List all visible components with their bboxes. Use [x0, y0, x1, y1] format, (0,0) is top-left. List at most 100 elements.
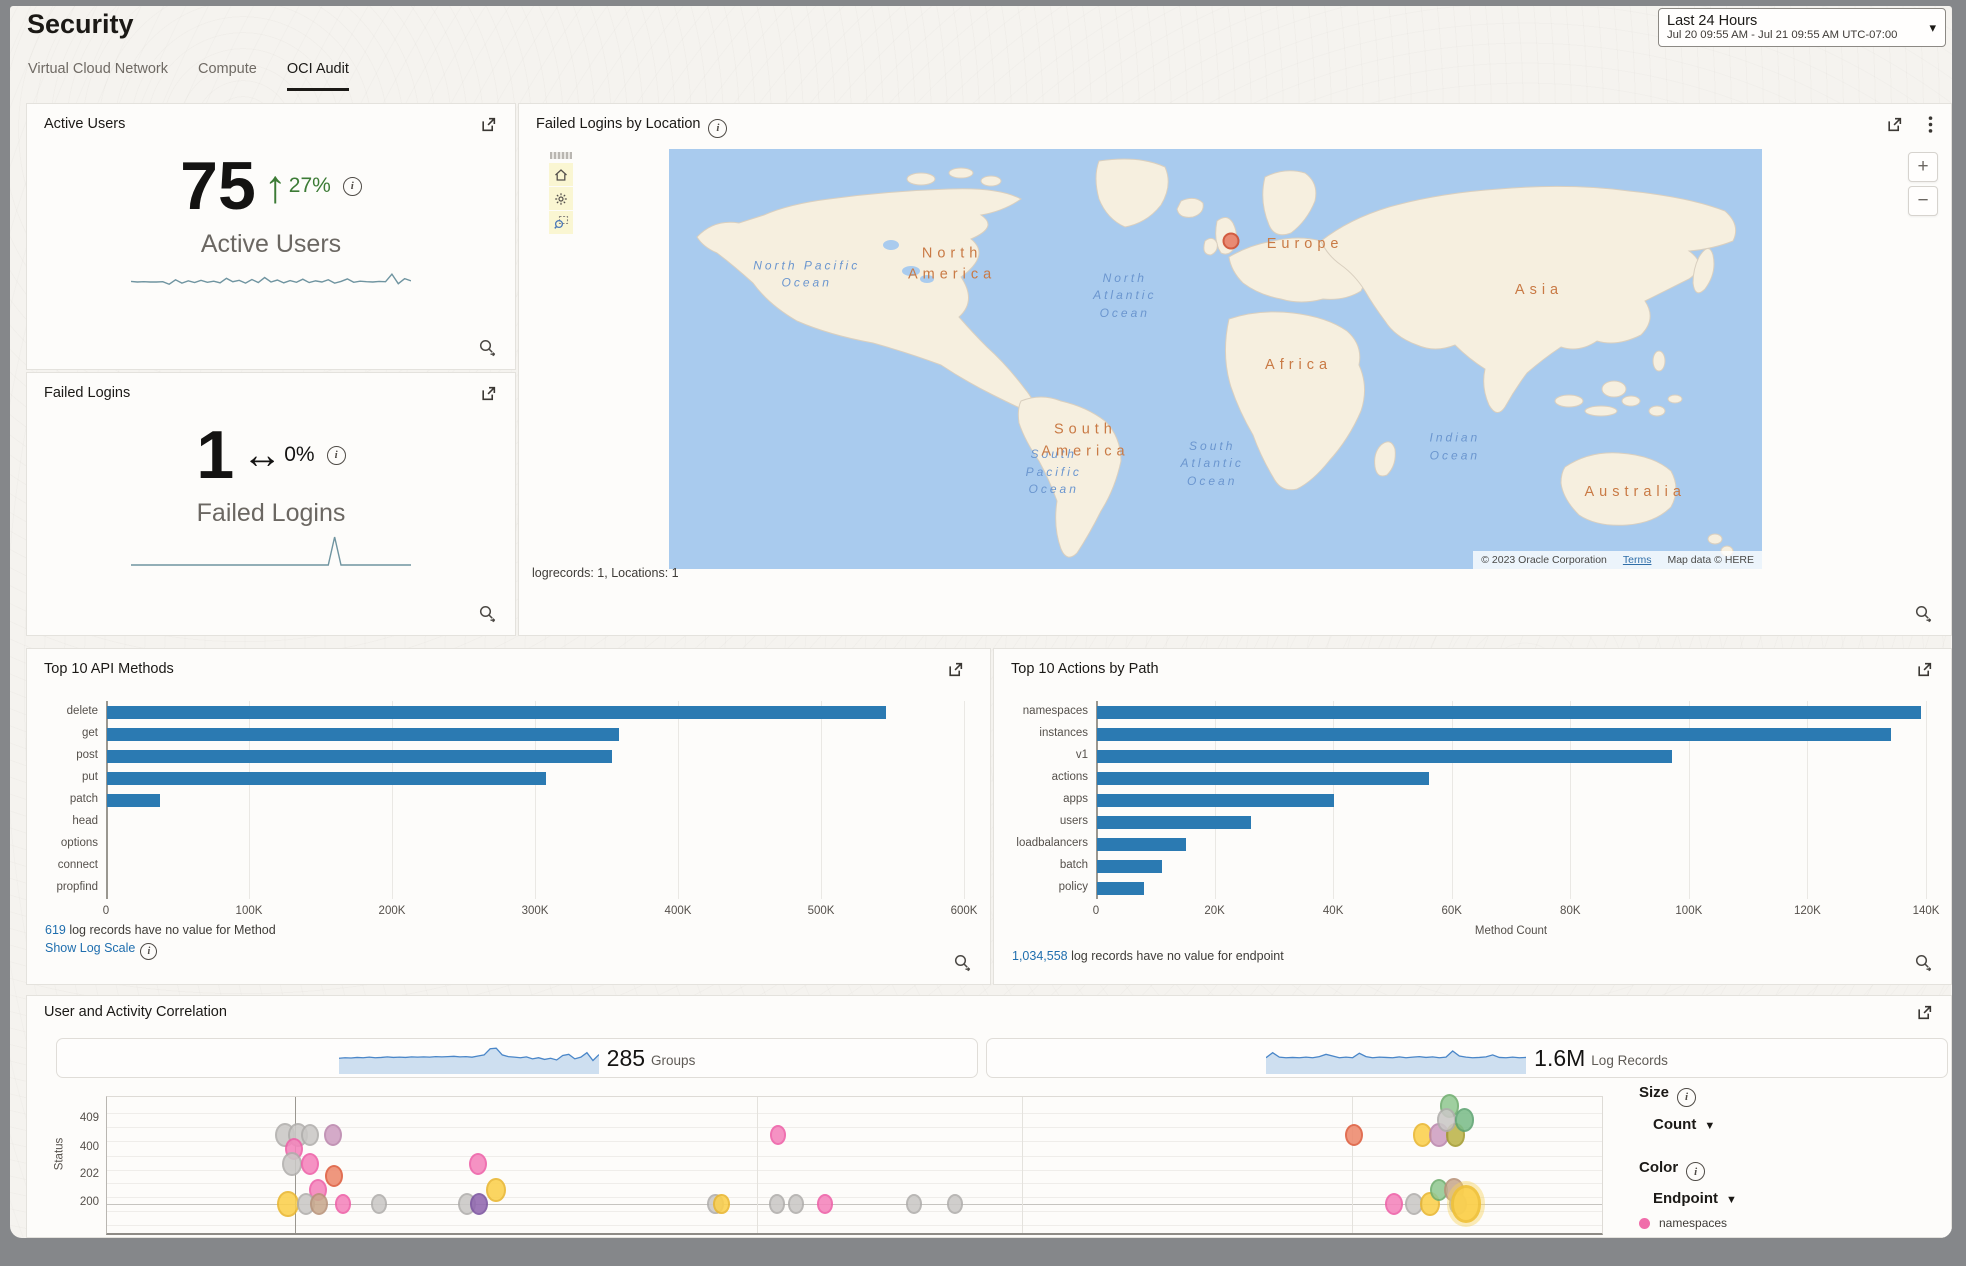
category-label: loadbalancers: [1014, 837, 1088, 849]
api-methods-card: Top 10 API Methods deletegetpostputpatch…: [26, 648, 991, 985]
info-icon[interactable]: i: [327, 446, 346, 465]
map-zoom-in-button[interactable]: +: [1908, 152, 1938, 182]
card-title: Failed Logins by Locationi: [536, 116, 727, 138]
drilldown-button[interactable]: [1914, 953, 1933, 972]
bar[interactable]: [1097, 860, 1162, 873]
log-records-summary-pill[interactable]: 1.6M Log Records: [986, 1038, 1948, 1078]
active-users-card: Active Users 75 ↑ 27% i Active Users: [26, 103, 516, 370]
x-axis-label: Method Count: [1096, 925, 1926, 937]
scatter-controls: Sizei Count▼ Colori Endpoint▼ namespaces: [1639, 1084, 1949, 1238]
bar-chart-plot: deletegetpostputpatchheadoptionsconnectp…: [106, 701, 964, 899]
x-tick-label: 400K: [665, 905, 692, 917]
bar[interactable]: [1097, 794, 1334, 807]
time-range-select[interactable]: Last 24 Hours Jul 20 09:55 AM - Jul 21 0…: [1658, 8, 1946, 47]
x-tick-label: 0: [1093, 905, 1099, 917]
bar[interactable]: [1097, 772, 1429, 785]
card-title: Top 10 API Methods: [44, 661, 174, 677]
bar[interactable]: [107, 772, 546, 785]
gear-icon: [554, 192, 568, 206]
gridline: [1926, 701, 1927, 899]
bar[interactable]: [1097, 706, 1921, 719]
bar-row: users: [1096, 811, 1926, 833]
map-home-button[interactable]: [549, 163, 573, 186]
drilldown-button[interactable]: [1914, 604, 1933, 623]
scatter-point[interactable]: [301, 1153, 319, 1175]
show-log-scale-link[interactable]: Show Log Scale: [45, 941, 135, 955]
open-in-new-button[interactable]: [480, 385, 497, 402]
open-in-new-button[interactable]: [1886, 116, 1903, 133]
scatter-point[interactable]: [486, 1178, 506, 1202]
open-in-new-button[interactable]: [1916, 661, 1933, 678]
map-zoom-out-button[interactable]: −: [1908, 186, 1938, 216]
legend-item[interactable]: namespaces: [1639, 1216, 1949, 1230]
scatter-point[interactable]: [817, 1194, 833, 1214]
time-range-text: Last 24 Hours Jul 20 09:55 AM - Jul 21 0…: [1659, 11, 1920, 45]
log-records-label: Log Records: [1591, 1053, 1668, 1068]
bar[interactable]: [1097, 838, 1186, 851]
more-actions-button[interactable]: [1928, 116, 1933, 133]
category-label: put: [24, 771, 98, 783]
scatter-point[interactable]: [1345, 1124, 1363, 1146]
scatter-point[interactable]: [947, 1194, 963, 1214]
scatter-point[interactable]: [713, 1194, 729, 1214]
open-in-new-button[interactable]: [1916, 1004, 1933, 1021]
scatter-point[interactable]: [1455, 1108, 1475, 1132]
bar[interactable]: [1097, 728, 1891, 741]
bar-row: options: [106, 833, 964, 855]
scatter-point[interactable]: [469, 1153, 487, 1175]
bar[interactable]: [1097, 816, 1251, 829]
info-icon[interactable]: i: [1677, 1088, 1696, 1107]
groups-value: 285: [607, 1045, 645, 1072]
tab-oci-audit[interactable]: OCI Audit: [287, 61, 349, 91]
scatter-point[interactable]: [301, 1124, 319, 1146]
scatter-point[interactable]: [282, 1152, 302, 1176]
drilldown-button[interactable]: [953, 953, 972, 972]
scatter-point[interactable]: [324, 1124, 342, 1146]
tab-virtual-cloud-network[interactable]: Virtual Cloud Network: [28, 61, 168, 91]
map-marquee-zoom-button[interactable]: [549, 211, 573, 234]
size-select[interactable]: Count▼: [1653, 1116, 1949, 1133]
groups-summary-pill[interactable]: 285 Groups: [56, 1038, 978, 1078]
bar[interactable]: [107, 706, 886, 719]
category-label: actions: [1014, 771, 1088, 783]
info-icon[interactable]: i: [708, 119, 727, 138]
category-label: head: [24, 815, 98, 827]
chevron-down-icon: ▼: [1718, 1194, 1737, 1206]
bar[interactable]: [107, 794, 160, 807]
legend-label: namespaces: [1659, 1216, 1727, 1230]
world-map[interactable]: North Pacific OceanNorth Atlantic OceanS…: [669, 149, 1762, 569]
x-tick-label: 0: [103, 905, 109, 917]
x-tick-label: 120K: [1794, 905, 1821, 917]
map-marker[interactable]: [1222, 232, 1239, 249]
drilldown-button[interactable]: [478, 338, 497, 357]
x-axis-ticks: 020K40K60K80K100K120K140K: [1096, 905, 1926, 921]
minus-icon: −: [1917, 190, 1928, 212]
terms-link[interactable]: Terms: [1623, 554, 1652, 566]
external-link-icon: [480, 385, 497, 402]
tab-compute[interactable]: Compute: [198, 61, 257, 91]
scatter-point[interactable]: [371, 1194, 387, 1214]
no-value-count-link[interactable]: 619: [45, 923, 66, 937]
y-tick-label: 409: [61, 1112, 99, 1124]
open-in-new-button[interactable]: [480, 116, 497, 133]
info-icon[interactable]: i: [343, 177, 362, 196]
category-label: connect: [24, 859, 98, 871]
color-select[interactable]: Endpoint▼: [1653, 1190, 1949, 1207]
drag-handle[interactable]: [550, 152, 572, 159]
scatter-point[interactable]: [277, 1191, 299, 1217]
bar[interactable]: [1097, 750, 1672, 763]
drilldown-button[interactable]: [478, 604, 497, 623]
info-icon[interactable]: i: [1686, 1162, 1705, 1181]
scatter-point[interactable]: [1451, 1185, 1482, 1222]
map-settings-button[interactable]: [549, 187, 573, 210]
bar[interactable]: [107, 728, 619, 741]
bar[interactable]: [1097, 882, 1144, 895]
card-title: Failed Logins: [44, 385, 130, 401]
external-link-icon: [480, 116, 497, 133]
info-icon[interactable]: i: [140, 943, 157, 960]
open-in-new-button[interactable]: [947, 661, 964, 678]
bar[interactable]: [107, 750, 612, 763]
bar-row: batch: [1096, 855, 1926, 877]
no-value-count-link[interactable]: 1,034,558: [1012, 949, 1068, 963]
scatter-point[interactable]: [769, 1194, 785, 1214]
